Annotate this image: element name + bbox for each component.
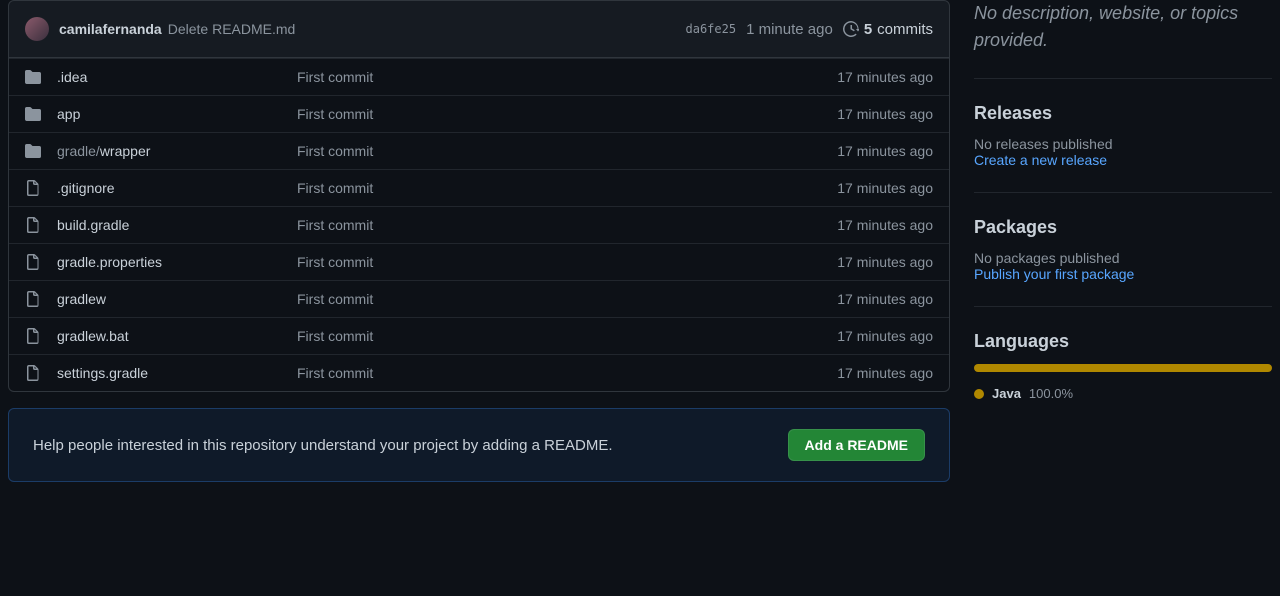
commit-sha[interactable]: da6fe25 bbox=[686, 22, 737, 36]
author-link[interactable]: camilafernanda bbox=[59, 21, 162, 37]
file-icon bbox=[25, 254, 41, 270]
table-row: gradle.properties First commit17 minutes … bbox=[9, 243, 949, 280]
commit-message-link[interactable]: Delete README.md bbox=[168, 21, 296, 37]
file-icon bbox=[25, 180, 41, 196]
commit-time: 1 minute ago bbox=[746, 21, 833, 38]
file-time: 17 minutes ago bbox=[837, 291, 933, 307]
file-name-link[interactable]: gradlew.bat bbox=[57, 328, 129, 344]
file-name-link[interactable]: settings.gradle bbox=[57, 365, 148, 381]
file-commit-link[interactable]: First commit bbox=[297, 69, 837, 85]
divider bbox=[974, 78, 1272, 79]
table-row: gradlew.bat First commit17 minutes ago bbox=[9, 317, 949, 354]
avatar[interactable] bbox=[25, 17, 49, 41]
file-time: 17 minutes ago bbox=[837, 143, 933, 159]
file-time: 17 minutes ago bbox=[837, 69, 933, 85]
history-icon bbox=[843, 21, 859, 37]
file-commit-link[interactable]: First commit bbox=[297, 328, 837, 344]
create-release-link[interactable]: Create a new release bbox=[974, 152, 1272, 168]
commit-count-label: commits bbox=[877, 21, 933, 38]
file-name-link[interactable]: gradle/wrapper bbox=[57, 143, 150, 159]
file-time: 17 minutes ago bbox=[837, 365, 933, 381]
readme-banner: Help people interested in this repositor… bbox=[8, 408, 950, 482]
releases-heading[interactable]: Releases bbox=[974, 103, 1272, 124]
table-row: gradle/wrapper First commit17 minutes ago bbox=[9, 132, 949, 169]
table-row: .gitignore First commit17 minutes ago bbox=[9, 169, 949, 206]
file-name-link[interactable]: build.gradle bbox=[57, 217, 129, 233]
file-commit-link[interactable]: First commit bbox=[297, 217, 837, 233]
file-time: 17 minutes ago bbox=[837, 217, 933, 233]
file-icon bbox=[25, 365, 41, 381]
file-time: 17 minutes ago bbox=[837, 254, 933, 270]
folder-icon bbox=[25, 143, 41, 159]
table-row: .idea First commit17 minutes ago bbox=[9, 58, 949, 95]
publish-package-link[interactable]: Publish your first package bbox=[974, 266, 1272, 282]
language-dot-icon bbox=[974, 389, 984, 399]
commit-header: camilafernanda Delete README.md da6fe25 … bbox=[8, 0, 950, 58]
file-name-link[interactable]: gradlew bbox=[57, 291, 106, 307]
table-row: settings.gradle First commit17 minutes ag… bbox=[9, 354, 949, 391]
readme-banner-text: Help people interested in this repositor… bbox=[33, 437, 613, 454]
file-commit-link[interactable]: First commit bbox=[297, 106, 837, 122]
file-icon bbox=[25, 328, 41, 344]
language-name: Java bbox=[992, 386, 1021, 401]
table-row: app First commit17 minutes ago bbox=[9, 95, 949, 132]
language-item[interactable]: Java 100.0% bbox=[974, 386, 1272, 401]
packages-heading[interactable]: Packages bbox=[974, 217, 1272, 238]
file-commit-link[interactable]: First commit bbox=[297, 254, 837, 270]
language-bar[interactable] bbox=[974, 364, 1272, 372]
file-name-link[interactable]: gradle.properties bbox=[57, 254, 162, 270]
file-commit-link[interactable]: First commit bbox=[297, 291, 837, 307]
table-row: gradlew First commit17 minutes ago bbox=[9, 280, 949, 317]
add-readme-button[interactable]: Add a README bbox=[788, 429, 925, 461]
file-time: 17 minutes ago bbox=[837, 328, 933, 344]
file-time: 17 minutes ago bbox=[837, 180, 933, 196]
table-row: build.gradle First commit17 minutes ago bbox=[9, 206, 949, 243]
folder-icon bbox=[25, 69, 41, 85]
file-time: 17 minutes ago bbox=[837, 106, 933, 122]
file-list: .ideaFirst commit17 minutes agoappFirst … bbox=[8, 58, 950, 392]
divider bbox=[974, 192, 1272, 193]
about-description-empty: No description, website, or topics provi… bbox=[974, 0, 1272, 54]
language-percentage: 100.0% bbox=[1029, 386, 1073, 401]
folder-icon bbox=[25, 106, 41, 122]
file-name-link[interactable]: .gitignore bbox=[57, 180, 115, 196]
divider bbox=[974, 306, 1272, 307]
file-commit-link[interactable]: First commit bbox=[297, 143, 837, 159]
languages-heading: Languages bbox=[974, 331, 1272, 352]
file-commit-link[interactable]: First commit bbox=[297, 365, 837, 381]
file-icon bbox=[25, 291, 41, 307]
file-name-link[interactable]: .idea bbox=[57, 69, 87, 85]
commit-count: 5 bbox=[864, 21, 872, 38]
packages-empty-text: No packages published bbox=[974, 250, 1272, 266]
releases-empty-text: No releases published bbox=[974, 136, 1272, 152]
file-commit-link[interactable]: First commit bbox=[297, 180, 837, 196]
commits-link[interactable]: 5 commits bbox=[843, 21, 933, 38]
file-name-link[interactable]: app bbox=[57, 106, 80, 122]
file-icon bbox=[25, 217, 41, 233]
